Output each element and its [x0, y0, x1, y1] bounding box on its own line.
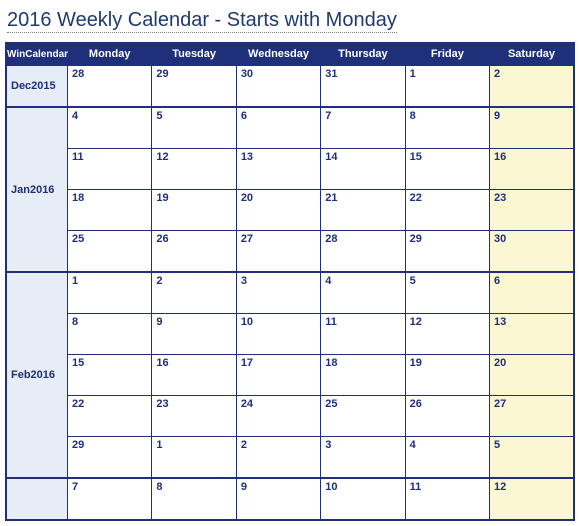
day-cell: 27	[236, 231, 320, 273]
day-cell: 8	[68, 314, 152, 355]
week-row: Feb2016123456	[6, 272, 574, 314]
day-cell: 15	[68, 355, 152, 396]
corner-label: WinCalendar	[6, 43, 68, 65]
day-header: Monday	[68, 43, 152, 65]
day-cell: 9	[490, 107, 574, 149]
day-cell: 29	[405, 231, 489, 273]
day-cell: 2	[236, 437, 320, 479]
day-cell: 22	[68, 396, 152, 437]
day-cell: 11	[405, 478, 489, 520]
day-cell: 14	[321, 149, 405, 190]
month-label: Jan2016	[6, 107, 68, 272]
day-cell: 5	[490, 437, 574, 479]
day-cell: 12	[405, 314, 489, 355]
day-cell: 7	[68, 478, 152, 520]
day-cell: 25	[321, 396, 405, 437]
day-header: Thursday	[321, 43, 405, 65]
day-cell: 5	[405, 272, 489, 314]
day-cell: 27	[490, 396, 574, 437]
day-cell: 17	[236, 355, 320, 396]
day-cell: 4	[405, 437, 489, 479]
week-row: Dec20152829303112	[6, 65, 574, 107]
day-cell: 1	[68, 272, 152, 314]
day-cell: 11	[68, 149, 152, 190]
day-cell: 19	[152, 190, 236, 231]
day-cell: 10	[321, 478, 405, 520]
header-row: WinCalendar Monday Tuesday Wednesday Thu…	[6, 43, 574, 65]
week-row: 181920212223	[6, 190, 574, 231]
day-cell: 12	[490, 478, 574, 520]
week-row: 8910111213	[6, 314, 574, 355]
day-cell: 30	[236, 65, 320, 107]
week-row: 151617181920	[6, 355, 574, 396]
day-cell: 16	[152, 355, 236, 396]
day-cell: 23	[490, 190, 574, 231]
day-header: Tuesday	[152, 43, 236, 65]
day-cell: 5	[152, 107, 236, 149]
day-cell: 12	[152, 149, 236, 190]
day-cell: 19	[405, 355, 489, 396]
day-cell: 16	[490, 149, 574, 190]
day-header: Saturday	[490, 43, 574, 65]
day-cell: 1	[152, 437, 236, 479]
month-label	[6, 478, 68, 520]
day-cell: 20	[490, 355, 574, 396]
day-cell: 22	[405, 190, 489, 231]
day-header: Wednesday	[236, 43, 320, 65]
day-cell: 9	[236, 478, 320, 520]
week-row: 252627282930	[6, 231, 574, 273]
day-cell: 30	[490, 231, 574, 273]
day-cell: 2	[152, 272, 236, 314]
day-cell: 29	[152, 65, 236, 107]
day-cell: 13	[236, 149, 320, 190]
day-cell: 8	[152, 478, 236, 520]
day-cell: 23	[152, 396, 236, 437]
day-cell: 1	[405, 65, 489, 107]
day-cell: 29	[68, 437, 152, 479]
day-cell: 28	[68, 65, 152, 107]
day-cell: 18	[68, 190, 152, 231]
week-row: 2912345	[6, 437, 574, 479]
week-row: 222324252627	[6, 396, 574, 437]
month-label: Dec2015	[6, 65, 68, 107]
day-cell: 3	[321, 437, 405, 479]
day-cell: 24	[236, 396, 320, 437]
day-header: Friday	[405, 43, 489, 65]
day-cell: 11	[321, 314, 405, 355]
day-cell: 9	[152, 314, 236, 355]
day-cell: 21	[321, 190, 405, 231]
day-cell: 10	[236, 314, 320, 355]
day-cell: 26	[405, 396, 489, 437]
day-cell: 7	[321, 107, 405, 149]
day-cell: 20	[236, 190, 320, 231]
month-label: Feb2016	[6, 272, 68, 478]
week-row: 111213141516	[6, 149, 574, 190]
day-cell: 25	[68, 231, 152, 273]
day-cell: 4	[68, 107, 152, 149]
day-cell: 3	[236, 272, 320, 314]
week-row: Jan2016456789	[6, 107, 574, 149]
day-cell: 2	[490, 65, 574, 107]
day-cell: 26	[152, 231, 236, 273]
day-cell: 28	[321, 231, 405, 273]
day-cell: 15	[405, 149, 489, 190]
day-cell: 8	[405, 107, 489, 149]
calendar-table: WinCalendar Monday Tuesday Wednesday Thu…	[5, 42, 575, 521]
page-title: 2016 Weekly Calendar - Starts with Monda…	[5, 5, 575, 38]
week-row: 789101112	[6, 478, 574, 520]
day-cell: 18	[321, 355, 405, 396]
day-cell: 31	[321, 65, 405, 107]
day-cell: 6	[490, 272, 574, 314]
day-cell: 4	[321, 272, 405, 314]
day-cell: 6	[236, 107, 320, 149]
day-cell: 13	[490, 314, 574, 355]
